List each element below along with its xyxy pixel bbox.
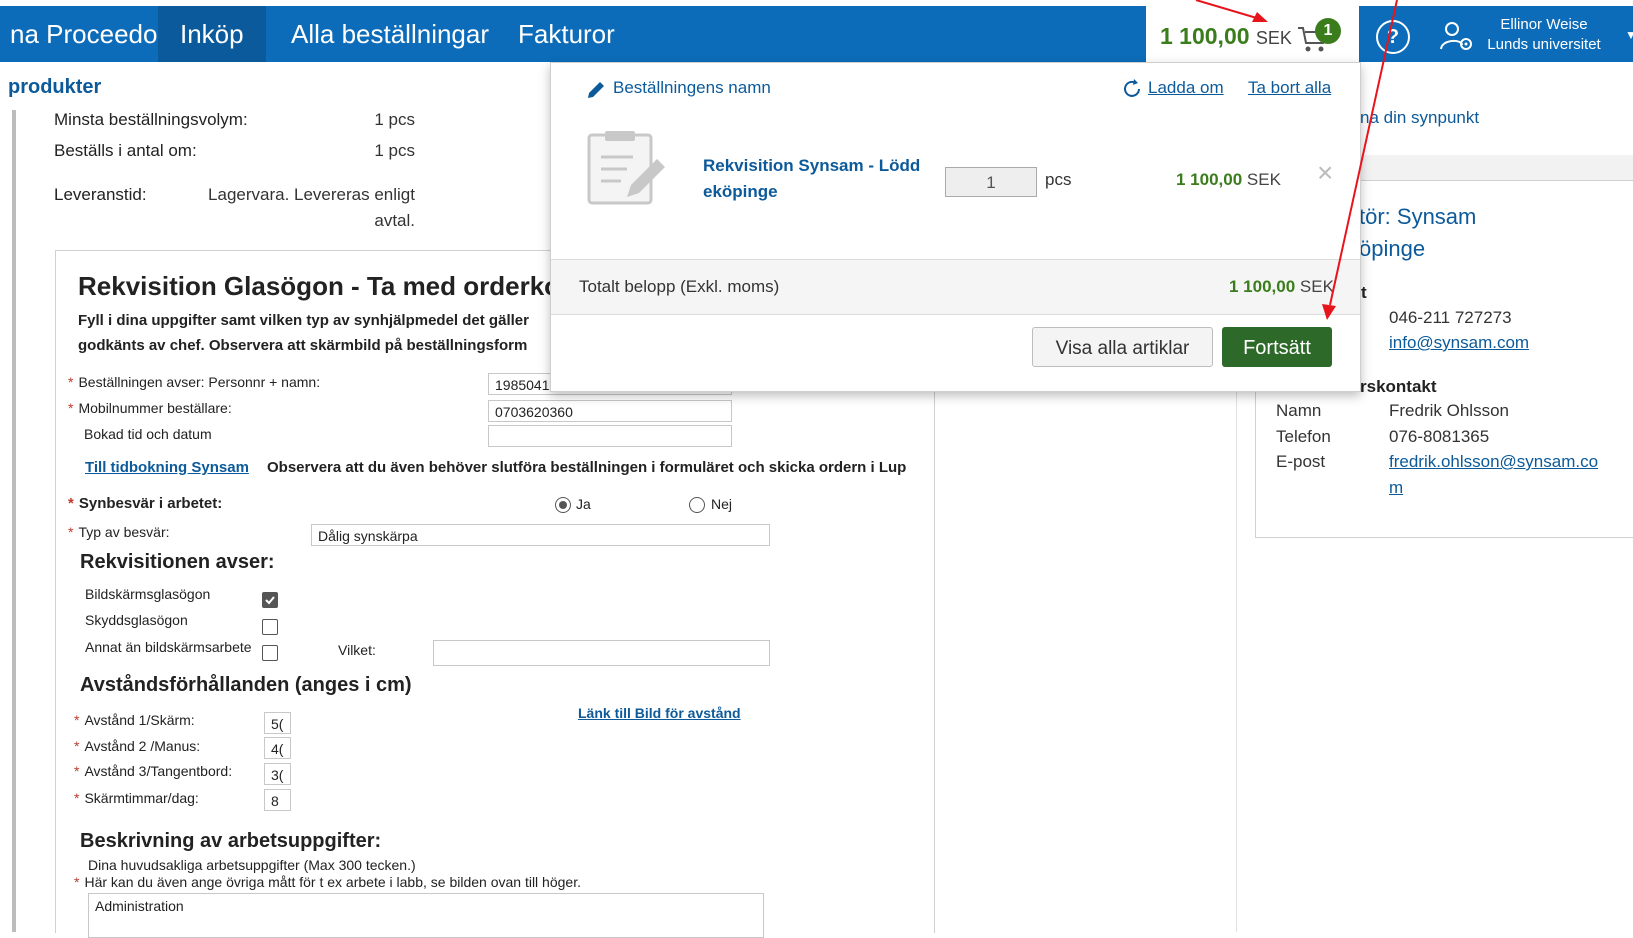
delivery-value: Lagervara. Levereras enligt bbox=[208, 185, 415, 204]
distance-3-label: * Avstånd 3/Tangentbord: bbox=[74, 763, 233, 779]
supplier-contact-heading: rskontakt bbox=[1360, 377, 1437, 396]
cart-popup: Beställningens namn Ladda om Ta bort all… bbox=[550, 62, 1361, 392]
cart-total-label: Totalt belopp (Exkl. moms) bbox=[579, 277, 780, 296]
user-account[interactable]: Ellinor Weise Lunds universitet bbox=[1484, 15, 1604, 55]
cart-item-price: 1 100,00 SEK bbox=[1176, 170, 1281, 189]
continue-button[interactable]: Fortsätt bbox=[1222, 327, 1332, 367]
supplier-title-cont: öpinge bbox=[1359, 236, 1426, 261]
issue-type-input[interactable]: Dålig synskärpa bbox=[311, 524, 770, 546]
contact-name-value: Fredrik Ohlsson bbox=[1389, 401, 1509, 420]
radio-no[interactable] bbox=[689, 497, 705, 513]
divider bbox=[551, 314, 1360, 315]
tasks-textarea[interactable]: Administration bbox=[88, 893, 764, 938]
screen-hours-label: * Skärmtimmar/dag: bbox=[74, 790, 199, 806]
tasks-hint-2: * Här kan du även ange övriga mått för t … bbox=[74, 874, 581, 890]
delivery-label: Leveranstid: bbox=[54, 185, 147, 204]
nav-invoices[interactable]: Fakturor bbox=[496, 6, 637, 62]
help-icon[interactable]: ? bbox=[1376, 20, 1410, 54]
distance-2-label: * Avstånd 2 /Manus: bbox=[74, 738, 201, 754]
cb-screen-label: Bildskärmsglasögon bbox=[85, 586, 211, 602]
reload-icon[interactable] bbox=[1121, 78, 1143, 100]
user-organization: Lunds universitet bbox=[1487, 36, 1601, 53]
distance-1-label: * Avstånd 1/Skärm: bbox=[74, 712, 195, 728]
delivery-value-cont: avtal. bbox=[374, 211, 415, 230]
tasks-heading: Beskrivning av arbetsuppgifter: bbox=[80, 830, 382, 852]
pencil-icon bbox=[588, 82, 604, 98]
nav-home[interactable]: na Proceedo bbox=[0, 6, 179, 62]
requisition-heading: Rekvisitionen avser: bbox=[80, 551, 275, 573]
mobile-input[interactable]: 0703620360 bbox=[488, 400, 732, 422]
distance-1-input[interactable]: 5( bbox=[264, 712, 291, 734]
contact-email-link-cont[interactable]: m bbox=[1389, 478, 1403, 498]
booking-note: Observera att du även behöver slutföra b… bbox=[267, 459, 907, 476]
distance-image-link[interactable]: Länk till Bild för avstånd bbox=[578, 705, 741, 721]
check-icon bbox=[265, 596, 275, 605]
reload-link[interactable]: Ladda om bbox=[1148, 78, 1224, 98]
contact-phone-value: 076-8081365 bbox=[1389, 427, 1490, 446]
order-multiple-value: 1 pcs bbox=[374, 141, 415, 160]
cart-summary[interactable]: 1 100,00 SEK 1 bbox=[1146, 6, 1359, 62]
contact-name-label: Namn bbox=[1276, 401, 1322, 420]
requisition-document-icon bbox=[587, 131, 665, 205]
show-all-items-button[interactable]: Visa alla artiklar bbox=[1032, 327, 1213, 367]
chevron-down-icon[interactable]: ▼ bbox=[1625, 28, 1633, 42]
nav-purchase[interactable]: Inköp bbox=[158, 6, 266, 62]
min-order-label: Minsta beställningsvolym: bbox=[54, 110, 248, 129]
booked-time-input[interactable] bbox=[488, 425, 732, 447]
order-name-link[interactable]: Beställningens namn bbox=[613, 78, 771, 98]
form-intro: Fyll i dina uppgifter samt vilken typ av… bbox=[78, 312, 529, 354]
which-label: Vilket: bbox=[338, 642, 376, 658]
order-for-label: * Beställningen avser: Personnr + namn: bbox=[68, 374, 321, 390]
breadcrumb[interactable]: produkter bbox=[8, 76, 101, 99]
supplier-phone: 046-211 727273 bbox=[1389, 308, 1512, 327]
vision-issue-label: * Synbesvär i arbetet: bbox=[68, 495, 223, 512]
contact-phone-label: Telefon bbox=[1276, 427, 1331, 446]
user-settings-icon[interactable] bbox=[1440, 21, 1474, 51]
contact-email-label: E-post bbox=[1276, 452, 1326, 471]
screen-hours-input[interactable]: 8 bbox=[264, 789, 291, 811]
form-title: Rekvisition Glasögon - Ta med orderko bbox=[78, 271, 561, 301]
radio-yes[interactable] bbox=[555, 497, 571, 513]
cb-safety-glasses[interactable] bbox=[262, 619, 278, 635]
user-name: Ellinor Weise bbox=[1500, 16, 1588, 33]
mobile-label: * Mobilnummer beställare: bbox=[68, 400, 232, 416]
remove-all-link[interactable]: Ta bort alla bbox=[1248, 78, 1331, 98]
booking-link[interactable]: Till tidbokning Synsam bbox=[85, 459, 249, 476]
cart-count-badge: 1 bbox=[1315, 18, 1341, 44]
nav-all-orders[interactable]: Alla beställningar bbox=[269, 6, 511, 62]
booked-time-label: Bokad tid och datum bbox=[84, 426, 212, 442]
cart-total-value: 1 100,00 SEK bbox=[1229, 277, 1334, 296]
issue-type-label: * Typ av besvär: bbox=[68, 524, 170, 540]
remove-item-icon[interactable]: × bbox=[1317, 157, 1333, 189]
cb-safety-label: Skyddsglasögon bbox=[85, 612, 188, 628]
contact-email-link[interactable]: fredrik.ohlsson@synsam.co bbox=[1389, 452, 1598, 472]
cart-quantity-unit: pcs bbox=[1045, 170, 1072, 189]
cart-product-name[interactable]: Rekvisition Synsam - Lödd eköpinge bbox=[703, 153, 943, 205]
tasks-hint: Dina huvudsakliga arbetsuppgifter (Max 3… bbox=[88, 857, 416, 873]
supplier-email-link[interactable]: info@synsam.com bbox=[1389, 333, 1529, 353]
order-multiple-label: Beställs i antal om: bbox=[54, 141, 197, 160]
min-order-value: 1 pcs bbox=[374, 110, 415, 129]
supplier-title: tör: Synsam bbox=[1359, 204, 1477, 229]
cart-quantity-input[interactable]: 1 bbox=[945, 167, 1037, 197]
cb-other-label: Annat än bildskärmsarbete bbox=[85, 639, 252, 655]
distance-2-input[interactable]: 4( bbox=[264, 737, 291, 759]
feedback-link[interactable]: na din synpunkt bbox=[1360, 108, 1479, 128]
distance-heading: Avståndsförhållanden (anges i cm) bbox=[80, 674, 412, 696]
supplier-contact-fragment: t bbox=[1361, 283, 1367, 302]
left-scroll-indicator bbox=[12, 110, 16, 932]
distance-3-input[interactable]: 3( bbox=[264, 763, 291, 785]
radio-yes-label: Ja bbox=[576, 496, 591, 512]
radio-no-label: Nej bbox=[711, 496, 733, 512]
cb-screen-glasses[interactable] bbox=[262, 592, 278, 608]
cart-total-row: Totalt belopp (Exkl. moms) 1 100,00 SEK bbox=[551, 260, 1360, 314]
cb-other[interactable] bbox=[262, 645, 278, 661]
cart-amount: 1 100,00 SEK bbox=[1160, 23, 1292, 49]
which-input[interactable] bbox=[433, 640, 770, 666]
